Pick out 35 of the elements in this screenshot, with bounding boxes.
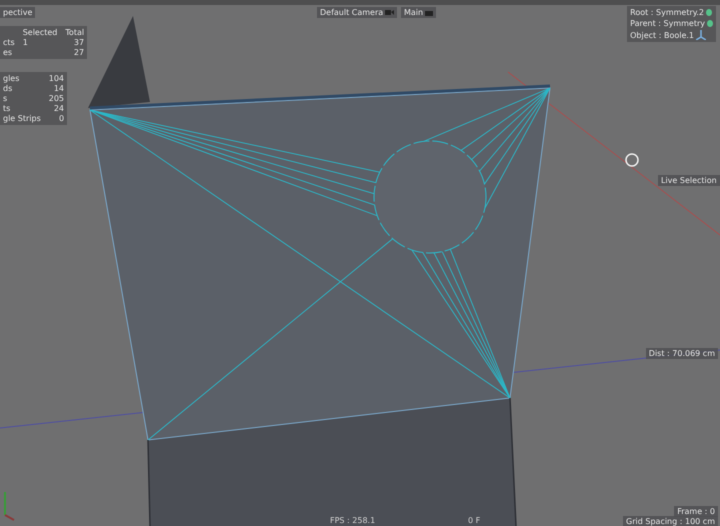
stat-value: 0 (58, 114, 64, 123)
column-header: Selected (22, 28, 58, 37)
hierarchy-label: Root : Symmetry.2 (630, 8, 704, 17)
tool-label: Live Selection (658, 175, 720, 186)
fps-label: FPS : 258.1 (330, 516, 376, 525)
grid-spacing-label: Grid Spacing : 100 cm (623, 516, 718, 526)
distance-label: Dist : 70.069 cm (646, 348, 718, 359)
stat-label: gles (3, 74, 20, 83)
stat-value: 104 (48, 74, 64, 83)
axis-icon (696, 30, 706, 40)
stat-label: es (3, 48, 14, 57)
stat-label: s (3, 94, 8, 103)
column-header: Total (65, 28, 84, 37)
stat-value: 37 (72, 38, 84, 47)
stat-value: 24 (52, 104, 64, 113)
stat-label: ds (3, 84, 14, 93)
status-dot-icon (707, 20, 713, 27)
camera-icon (385, 9, 394, 16)
hierarchy-label: Object : Boole.1 (630, 30, 694, 40)
stat-label: cts (3, 38, 15, 47)
stat-label: ts (3, 104, 12, 113)
status-dot-icon (706, 9, 712, 16)
stat-value: 14 (52, 84, 64, 93)
camera-label[interactable]: Default Camera (317, 7, 398, 18)
axis-gizmo-icon (4, 492, 14, 521)
cursor-icon (625, 153, 639, 167)
display-label[interactable]: Main (401, 7, 436, 18)
hierarchy-label: Parent : Symmetry (630, 19, 705, 28)
view-label[interactable]: pective (0, 7, 36, 18)
frame-count-label: 0 F (468, 516, 480, 525)
stat-value: 205 (48, 94, 64, 103)
frame-label: Frame : 0 (674, 506, 718, 517)
stat-value: 27 (72, 48, 84, 57)
stat-label: gle Strips (3, 114, 41, 123)
stat-value: 1 (22, 38, 29, 47)
